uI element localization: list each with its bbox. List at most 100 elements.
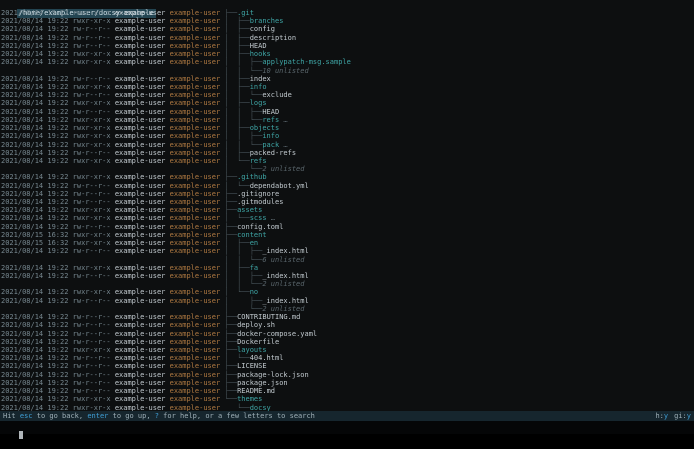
file-group: example-user [169, 337, 225, 346]
tree-branch-glyph: ├── [224, 230, 238, 239]
tree-row[interactable]: 2021/08/14 19:22 rw-r--r-- example-user … [1, 362, 694, 370]
tree-row[interactable]: 2021/08/14 19:22 rw-r--r-- example-user … [1, 330, 694, 338]
tree-branch-glyph: │ └── [224, 181, 250, 190]
tree-row[interactable]: 2021/08/14 19:22 rw-r--r-- example-user … [1, 34, 694, 42]
tree-row[interactable]: 2021/08/14 19:22 rwxr-xr-x example-user … [1, 264, 694, 272]
file-permissions: rw-r--r-- [72, 313, 115, 322]
tree-row[interactable]: 2021/08/14 19:22 rwxr-xr-x example-user … [1, 157, 694, 165]
tree-branch-glyph: │ ├── [224, 148, 250, 157]
tree-row[interactable]: 2021/08/14 19:22 rw-r--r-- example-user … [1, 108, 694, 116]
file-group: example-user [169, 58, 225, 67]
tree-branch-glyph: ├── [224, 198, 238, 207]
file-owner: example-user [114, 329, 170, 338]
tree-branch-glyph: │ ├── [224, 74, 250, 83]
file-name: applypatch-msg.sample [262, 58, 351, 67]
unlisted-count: 2 unlisted [262, 280, 305, 289]
file-datetime: 2021/08/14 19:22 [1, 173, 73, 182]
tree-row[interactable]: 2021/08/14 19:22 rwxr-xr-x example-user … [1, 404, 694, 412]
file-datetime: 2021/08/14 19:22 [1, 124, 73, 133]
file-owner: example-user [114, 156, 170, 165]
file-datetime: 2021/08/14 19:22 [1, 50, 73, 59]
flag-value: y [686, 412, 691, 420]
tree-row[interactable]: 2021/08/14 19:22 rw-r--r-- example-user … [1, 42, 694, 50]
tree-row[interactable]: 2021/08/14 19:22 rwxr-xr-x example-user … [1, 288, 694, 296]
file-name: config.toml [237, 222, 284, 231]
tree-branch-glyph: │ └── [224, 288, 250, 297]
file-datetime: 2021/08/15 16:32 [1, 230, 73, 239]
file-owner: example-user [114, 173, 170, 182]
directory-name: en [249, 239, 259, 248]
file-owner: example-user [114, 115, 170, 124]
tree-row[interactable]: 2021/08/14 19:22 rwxr-xr-x example-user … [1, 9, 694, 17]
tree-row[interactable]: 2021/08/14 19:22 rw-r--r-- example-user … [1, 321, 694, 329]
file-datetime: 2021/08/14 19:22 [1, 9, 73, 17]
tree-branch-glyph: │ └── [224, 165, 263, 174]
tree-row[interactable]: 2021/08/15 16:32 rwxr-xr-x example-user … [1, 231, 694, 239]
file-datetime: 2021/08/14 19:22 [1, 58, 73, 67]
tree-row[interactable]: 2021/08/14 19:22 rwxr-xr-x example-user … [1, 346, 694, 354]
file-group: example-user [169, 33, 225, 42]
file-name: LICENSE [237, 362, 267, 371]
tree-row[interactable]: 2021/08/14 19:22 rwxr-xr-x example-user … [1, 214, 694, 222]
file-group: example-user [169, 230, 225, 239]
tree-row[interactable]: 2021/08/14 19:22 rw-r--r-- example-user … [1, 149, 694, 157]
flag-label: h: [655, 412, 664, 420]
file-permissions: rw-r--r-- [72, 387, 115, 396]
flag-label: gi: [674, 412, 687, 420]
tree-row[interactable]: 2021/08/14 19:22 rw-r--r-- example-user … [1, 338, 694, 346]
file-datetime: 2021/08/14 19:22 [1, 99, 73, 108]
tree-row[interactable]: 2021/08/14 19:22 rwxr-xr-x example-user … [1, 395, 694, 403]
tree-row[interactable]: 2021/08/14 19:22 rwxr-xr-x example-user … [1, 116, 694, 124]
tree-row[interactable]: 2021/08/14 19:22 rw-r--r-- example-user … [1, 75, 694, 83]
directory-name: refs [249, 156, 267, 165]
file-group: example-user [169, 181, 225, 190]
tree-row[interactable]: 2021/08/14 19:22 rw-r--r-- example-user … [1, 379, 694, 387]
file-permissions: rw-r--r-- [72, 181, 115, 190]
tree-row[interactable]: 2021/08/14 19:22 rw-r--r-- example-user … [1, 182, 694, 190]
tree-row[interactable]: 2021/08/14 19:22 rw-r--r-- example-user … [1, 247, 694, 255]
file-datetime: 2021/08/14 19:22 [1, 403, 73, 412]
file-permissions: rwxr-xr-x [72, 239, 115, 248]
tree-row[interactable]: 2021/08/14 19:22 rwxr-xr-x example-user … [1, 141, 694, 149]
tree-row[interactable]: 2021/08/14 19:22 rw-r--r-- example-user … [1, 371, 694, 379]
file-permissions: rw-r--r-- [72, 107, 115, 116]
file-owner: example-user [114, 189, 170, 198]
file-datetime: 2021/08/14 19:22 [1, 370, 73, 379]
tree-row[interactable]: 2021/08/14 19:22 rw-r--r-- example-user … [1, 190, 694, 198]
file-name: package.json [237, 378, 288, 387]
tree-row[interactable]: 2021/08/14 19:22 rwxr-xr-x example-user … [1, 99, 694, 107]
file-permissions: rw-r--r-- [72, 378, 115, 387]
file-datetime: 2021/08/14 19:22 [1, 321, 73, 330]
file-group: example-user [169, 321, 225, 330]
file-permissions: rwxr-xr-x [72, 403, 115, 412]
unlisted-count: 6 unlisted [262, 255, 305, 264]
search-input[interactable] [0, 421, 694, 439]
file-group: example-user [169, 403, 225, 412]
tree-row[interactable]: 2021/08/14 19:22 rw-r--r-- example-user … [1, 297, 694, 305]
meta-blank [1, 305, 224, 313]
file-datetime: 2021/08/14 19:22 [1, 156, 73, 165]
file-group: example-user [169, 354, 225, 363]
tree-row[interactable]: 2021/08/14 19:22 rw-r--r-- example-user … [1, 272, 694, 280]
tree-row[interactable]: 2021/08/14 19:22 rwxr-xr-x example-user … [1, 173, 694, 181]
file-name: _index.html [262, 247, 309, 256]
tree-branch-glyph: │ │ └── [224, 140, 263, 149]
file-group: example-user [169, 288, 225, 297]
file-datetime: 2021/08/14 19:22 [1, 181, 73, 190]
file-datetime: 2021/08/14 19:22 [1, 288, 73, 297]
file-group: example-user [169, 74, 225, 83]
file-group: example-user [169, 156, 225, 165]
meta-blank [1, 165, 224, 173]
tree-row[interactable]: 2021/08/14 19:22 rw-r--r-- example-user … [1, 223, 694, 231]
tree-row[interactable]: 2021/08/14 19:22 rwxr-xr-x example-user … [1, 83, 694, 91]
tree-row[interactable]: 2021/08/14 19:22 rw-r--r-- example-user … [1, 25, 694, 33]
hint-key: esc [19, 412, 33, 420]
tree-branch-glyph: ├── [224, 189, 238, 198]
file-owner: example-user [114, 230, 170, 239]
tree-row[interactable]: 2021/08/14 19:22 rwxr-xr-x example-user … [1, 58, 694, 66]
file-owner: example-user [114, 403, 170, 412]
file-datetime: 2021/08/14 19:22 [1, 329, 73, 338]
file-permissions: rw-r--r-- [72, 296, 115, 305]
tree-row[interactable]: 2021/08/14 19:22 rwxr-xr-x example-user … [1, 132, 694, 140]
directory-name: info [262, 132, 280, 141]
